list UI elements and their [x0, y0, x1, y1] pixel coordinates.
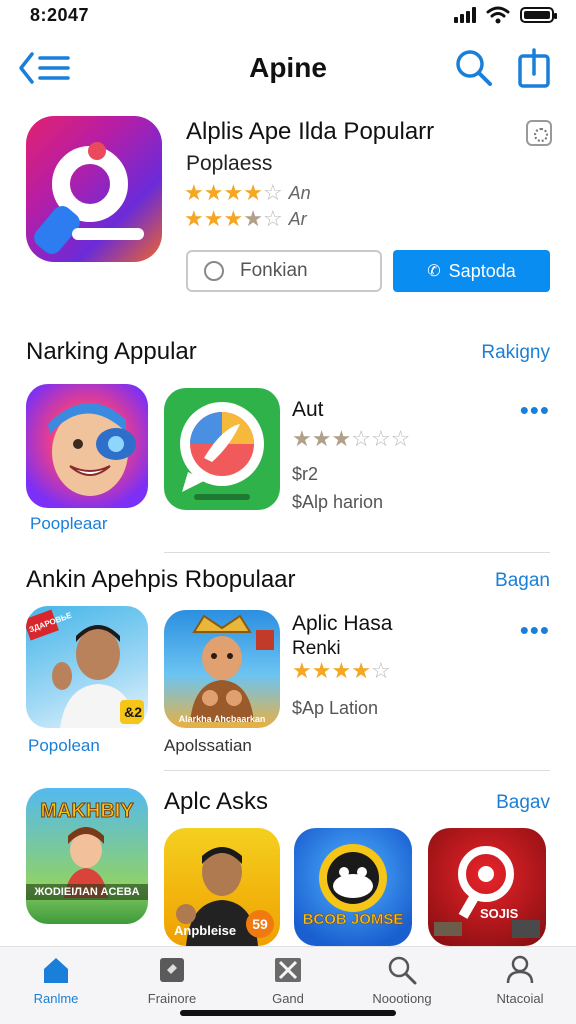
game-3-title: BCOB JOMSE	[302, 911, 404, 929]
search-icon[interactable]	[454, 48, 494, 88]
app-tile-game-3[interactable]: BCOB JOMSE	[294, 828, 412, 946]
app-tile-3-title: Alarkha Ahcbaarkan	[178, 714, 266, 724]
featured-rating-2-label: Ar	[288, 208, 307, 229]
featured-rating-1-label: An	[288, 182, 311, 203]
app-tile-person[interactable]: ЗДАРОВЬЕ &2	[26, 606, 148, 728]
app-tile-game-4[interactable]: SOJIS	[428, 828, 546, 946]
share-icon[interactable]	[516, 48, 552, 88]
phone-icon: ✆	[427, 263, 441, 280]
app-tile-game-2[interactable]: Anpbleise 59	[164, 828, 280, 946]
app-tile-character[interactable]	[26, 384, 148, 508]
home-indicator	[180, 1010, 396, 1016]
app-1-meta: $Alp harion	[292, 492, 384, 512]
secondary-button-label: Fonkian	[240, 260, 308, 281]
app-1-name: Aut	[292, 398, 324, 421]
game-2-title: Anpbleise	[174, 923, 237, 938]
tab-featured-label: Frainore	[147, 991, 197, 1006]
tab-home-label: Ranlme	[33, 991, 79, 1006]
section-2-title: Ankin Apehpis Rbopulaar	[26, 566, 296, 593]
app-tile-2-corner: &2	[124, 704, 142, 720]
game-1-subtitle: ЖODIEIЛAN ACEBA	[26, 884, 148, 900]
featured-icon	[160, 958, 184, 982]
tab-games-label: Gand	[272, 991, 304, 1006]
primary-button[interactable]: ✆ Saptoda	[393, 250, 550, 292]
game-2-badge: 59	[246, 910, 274, 938]
tab-profile[interactable]: Ntacoial	[472, 955, 568, 1006]
app-tile-messenger[interactable]	[164, 388, 280, 510]
primary-button-label: Saptoda	[448, 260, 516, 281]
divider	[164, 770, 550, 771]
status-time: 8:2047	[30, 5, 90, 25]
search-icon	[388, 956, 417, 985]
app-2-subname: Renki	[292, 638, 341, 659]
section-3-see-all[interactable]: Bagav	[496, 792, 550, 814]
divider	[164, 552, 550, 553]
featured-app-card: Alplis Ape Ilda Popularr Poplaess ★ ★ ★ ★ ☆ …	[26, 116, 552, 296]
tab-games[interactable]: Gand	[240, 955, 336, 1006]
person-icon	[506, 955, 534, 984]
character-face-icon	[48, 402, 136, 496]
section-1-header: Narking Appular Rakigny	[26, 338, 550, 372]
home-icon	[44, 958, 68, 983]
section-3-title: Aplc Asks	[164, 788, 269, 815]
games-icon	[275, 958, 301, 982]
target-logo-icon	[434, 846, 540, 938]
wifi-icon	[486, 6, 510, 24]
app-tile-3-caption: Apolssatian	[164, 736, 252, 755]
app-tile-warrior[interactable]: Alarkha Ahcbaarkan	[164, 610, 280, 728]
more-options-icon[interactable]: •••	[520, 397, 550, 423]
section-1-title: Narking Appular	[26, 338, 197, 365]
app-1-price: $r2	[292, 464, 319, 484]
app-2-rating: ★ ★ ★ ★ ☆	[292, 658, 391, 683]
mascot-icon	[319, 844, 387, 912]
status-icons	[454, 6, 557, 24]
battery-icon	[520, 7, 557, 23]
nav-header: Apine	[0, 40, 576, 96]
app-tile-1-caption: Poopleaar	[30, 514, 108, 533]
app-1-rating: ★ ★ ★ ☆ ☆ ☆	[292, 426, 411, 451]
featured-rating-1: ★ ★ ★ ★ ☆ An	[184, 180, 311, 205]
more-options-icon[interactable]: •••	[520, 617, 550, 643]
tab-bar: Ranlme Frainore Gand Noootiong Ntacoial	[0, 946, 576, 1024]
featured-rating-2: ★ ★ ★ ★ ☆ Ar	[184, 206, 307, 231]
game-4-title: SOJIS	[480, 906, 519, 921]
warrior-character-icon	[190, 614, 274, 722]
status-bar: 8:2047	[0, 0, 576, 34]
expand-icon[interactable]	[526, 120, 552, 146]
section-2-header: Ankin Apehpis Rbopulaar Bagan	[26, 566, 550, 600]
tab-profile-label: Ntacoial	[496, 991, 544, 1006]
app-2-meta: $Ap Lation	[292, 698, 379, 718]
signal-icon	[454, 7, 476, 23]
featured-app-subtitle: Poplaess	[186, 152, 273, 175]
app-2-name: Aplic Hasa	[292, 612, 393, 635]
section-1-see-all[interactable]: Rakigny	[481, 342, 550, 364]
tab-home[interactable]: Ranlme	[8, 955, 104, 1006]
chat-bubble-icon	[180, 402, 264, 500]
featured-app-icon[interactable]	[26, 116, 162, 262]
tab-featured[interactable]: Frainore	[124, 955, 220, 1006]
tab-search-label: Noootiong	[372, 991, 432, 1006]
app-tile-2-caption: Popolean	[28, 736, 100, 755]
cartoon-girl-icon	[64, 827, 108, 898]
tab-search[interactable]: Noootiong	[354, 955, 450, 1006]
app-tile-game-1[interactable]: MAKHBIY ЖODIEIЛAN ACEBA	[26, 788, 148, 924]
secondary-button[interactable]: Fonkian	[186, 250, 382, 292]
search-icon	[204, 261, 224, 281]
section-2-see-all[interactable]: Bagan	[495, 570, 550, 592]
featured-app-title: Alplis Ape Ilda Popularr	[186, 118, 435, 145]
